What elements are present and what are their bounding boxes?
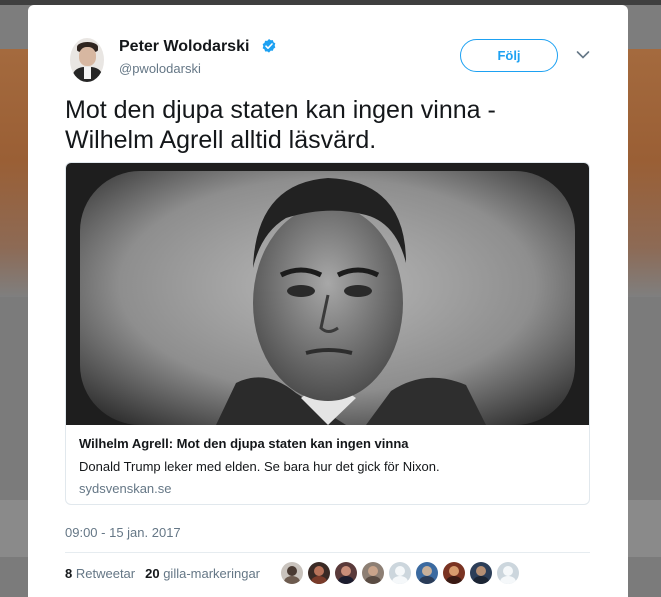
liker-avatar-head (449, 566, 459, 576)
tweet-stats: 8 Retweetar 20 gilla-markeringar (65, 566, 260, 581)
link-card[interactable]: Wilhelm Agrell: Mot den djupa staten kan… (65, 162, 590, 505)
liker-avatar-body (311, 576, 327, 584)
liker-avatar-body (284, 576, 300, 584)
liker-avatar-body (365, 576, 381, 584)
liker-avatar[interactable] (362, 562, 384, 584)
avatar-face (79, 47, 96, 66)
liker-avatar[interactable] (470, 562, 492, 584)
card-domain: sydsvenskan.se (79, 481, 172, 496)
retweets-stat[interactable]: 8 Retweetar (65, 566, 135, 581)
tweet-modal: Peter Wolodarski @pwolodarski Följ Mot d… (28, 5, 628, 597)
author-name[interactable]: Peter Wolodarski (119, 38, 249, 56)
card-title[interactable]: Wilhelm Agrell: Mot den djupa staten kan… (79, 436, 409, 451)
default-avatar-icon[interactable] (497, 562, 519, 584)
background-right-strip (628, 500, 661, 557)
verified-badge-icon (262, 39, 276, 53)
liker-avatar-body (446, 576, 462, 584)
divider (65, 552, 590, 553)
likes-stat[interactable]: 20 gilla-markeringar (145, 566, 260, 581)
liker-avatar[interactable] (416, 562, 438, 584)
tweet-timestamp[interactable]: 09:00 - 15 jan. 2017 (65, 525, 181, 540)
liker-avatar[interactable] (335, 562, 357, 584)
likes-count: 20 (145, 566, 160, 581)
tweet-text-line: Wilhelm Agrell alltid läsvärd. (65, 126, 377, 154)
author-handle[interactable]: @pwolodarski (119, 61, 201, 76)
liker-avatar-body (500, 576, 516, 584)
liker-avatar-body (338, 576, 354, 584)
background-left-strip (0, 500, 28, 557)
liker-avatar[interactable] (281, 562, 303, 584)
avatar-shirt (84, 67, 91, 79)
liker-avatar[interactable] (443, 562, 465, 584)
liker-avatar-head (341, 566, 351, 576)
likes-label: gilla-markeringar (163, 566, 261, 581)
retweets-label: Retweetar (75, 566, 136, 581)
liker-avatar-head (287, 566, 297, 576)
default-avatar-icon[interactable] (389, 562, 411, 584)
chevron-down-icon[interactable] (576, 50, 590, 60)
liker-avatar-head (422, 566, 432, 576)
tweet-text-line: Mot den djupa staten kan ingen vinna - (65, 96, 496, 124)
liker-avatar-head (395, 566, 405, 576)
liker-avatar-head (314, 566, 324, 576)
liker-avatar-body (392, 576, 408, 584)
liker-avatar[interactable] (308, 562, 330, 584)
card-description: Donald Trump leker med elden. Se bara hu… (79, 459, 440, 474)
follow-button[interactable]: Följ (460, 39, 558, 72)
liker-avatar-head (503, 566, 513, 576)
tweet-text: Mot den djupa staten kan ingen vinna - W… (65, 95, 605, 155)
liker-avatar-body (419, 576, 435, 584)
liker-avatar-head (368, 566, 378, 576)
likers-avatars (281, 562, 524, 586)
card-image[interactable] (66, 163, 589, 425)
retweets-count: 8 (65, 566, 73, 581)
liker-avatar-body (473, 576, 489, 584)
liker-avatar-head (476, 566, 486, 576)
author-avatar[interactable] (70, 38, 104, 82)
